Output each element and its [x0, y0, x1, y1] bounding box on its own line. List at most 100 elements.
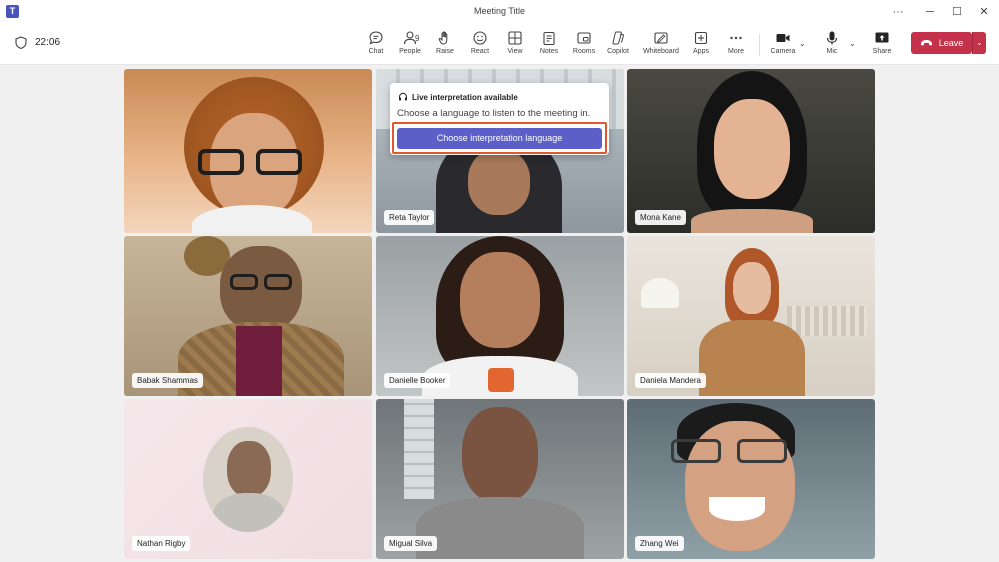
choose-interpretation-language-button[interactable]: Choose interpretation language	[397, 128, 602, 149]
lamp	[641, 278, 679, 308]
participant-shirt	[192, 205, 312, 233]
participant-shirt	[699, 320, 805, 396]
mic-options-chevron-icon[interactable]: ⌄	[849, 39, 856, 48]
glasses-icon	[671, 439, 799, 467]
headset-icon	[399, 92, 407, 101]
people-label: People	[399, 48, 421, 55]
share-button[interactable]: Share	[865, 30, 899, 55]
camera-icon	[776, 34, 790, 42]
participant-face	[460, 252, 540, 348]
raise-label: Raise	[436, 48, 454, 55]
title-bar: T Meeting Title ··· ─ ☐ ✕	[0, 0, 999, 24]
whiteboard-label: Whiteboard	[643, 48, 679, 55]
popup-title-text: Live interpretation available	[412, 92, 518, 102]
participant-shirt	[236, 326, 282, 396]
share-screen-icon	[875, 32, 889, 43]
meeting-timer: 22:06	[15, 36, 60, 49]
bookshelf	[787, 306, 867, 336]
grid-view-icon	[508, 31, 522, 45]
timer-text: 22:06	[35, 37, 61, 48]
more-label: More	[728, 48, 744, 55]
chat-icon	[369, 31, 383, 45]
more-button[interactable]: More	[719, 30, 753, 55]
more-dots-icon	[730, 36, 742, 40]
participant-tile[interactable]: Mona Kane	[627, 69, 875, 233]
hand-icon	[438, 31, 448, 45]
copilot-icon	[612, 31, 624, 45]
raise-hand-button[interactable]: Raise	[428, 30, 462, 55]
participant-avatar	[203, 427, 293, 532]
shield-icon	[15, 36, 27, 49]
window-background	[404, 399, 434, 499]
minimize-button[interactable]: ─	[919, 3, 941, 21]
participant-tile[interactable]: Migual Silva	[376, 399, 624, 559]
participant-face	[462, 407, 538, 503]
participant-face	[714, 99, 790, 199]
copilot-label: Copilot	[607, 48, 629, 55]
participant-tile[interactable]: Danielle Booker	[376, 236, 624, 396]
participant-top	[488, 368, 514, 392]
view-button[interactable]: View	[498, 30, 532, 55]
glasses-icon	[194, 149, 314, 175]
leave-button[interactable]: Leave	[911, 32, 972, 54]
participant-sweater	[416, 497, 584, 559]
participant-face	[468, 149, 530, 215]
apps-label: Apps	[693, 48, 709, 55]
leave-options-chevron-icon[interactable]: ⌄	[972, 32, 986, 54]
participant-name: Zhang Wei	[635, 536, 684, 551]
participant-tile[interactable]: Babak Shammas	[124, 236, 372, 396]
participant-tile[interactable]: Nathan Rigby	[124, 399, 372, 559]
microphone-icon	[826, 31, 838, 45]
popup-body: Choose a language to listen to the meeti…	[397, 108, 591, 119]
participant-name: Nathan Rigby	[132, 536, 191, 551]
window-more-icon[interactable]: ···	[887, 3, 909, 21]
react-label: React	[470, 48, 490, 55]
smiley-icon	[473, 31, 487, 45]
rooms-label: Rooms	[572, 48, 596, 55]
close-button[interactable]: ✕	[973, 3, 995, 21]
chat-button[interactable]: Chat	[359, 30, 393, 55]
participant-neck	[691, 209, 813, 233]
camera-options-chevron-icon[interactable]: ⌄	[799, 39, 806, 48]
notes-button[interactable]: Notes	[532, 30, 566, 55]
maximize-button[interactable]: ☐	[946, 3, 968, 21]
participant-smile	[709, 497, 765, 521]
whiteboard-icon	[654, 32, 668, 44]
participant-tile[interactable]: Zhang Wei	[627, 399, 875, 559]
participant-face	[733, 262, 771, 314]
live-interpretation-popup: Live interpretation available Choose a l…	[390, 83, 609, 155]
participant-name: Daniela Mandera	[635, 373, 706, 388]
add-app-icon	[694, 31, 708, 45]
window-title: Meeting Title	[473, 6, 526, 16]
participant-name: Mona Kane	[635, 210, 686, 225]
people-button[interactable]: 9 People	[393, 30, 427, 55]
popup-title: Live interpretation available	[398, 92, 518, 102]
share-label: Share	[872, 48, 892, 55]
whiteboard-button[interactable]: Whiteboard	[641, 30, 681, 55]
leave-label: Leave	[938, 38, 964, 48]
camera-button[interactable]: Camera	[766, 30, 800, 55]
hang-up-icon	[920, 40, 932, 46]
participant-tile[interactable]: Daniela Mandera	[627, 236, 875, 396]
rooms-icon	[577, 32, 591, 44]
copilot-button[interactable]: Copilot	[601, 30, 635, 55]
participant-name: Danielle Booker	[384, 373, 451, 388]
participant-name: Babak Shammas	[132, 373, 203, 388]
glasses-icon	[228, 274, 298, 292]
mic-button[interactable]: Mic	[815, 30, 849, 55]
meeting-toolbar: 22:06 Chat 9 People Raise React View Not…	[0, 24, 999, 65]
view-label: View	[507, 48, 523, 55]
people-count: 9	[415, 34, 420, 43]
camera-label: Camera	[770, 48, 796, 55]
toolbar-divider	[759, 34, 760, 56]
rooms-button[interactable]: Rooms	[567, 30, 601, 55]
notes-label: Notes	[539, 48, 559, 55]
participant-name: Migual Silva	[384, 536, 438, 551]
notes-icon	[543, 31, 555, 46]
react-button[interactable]: React	[463, 30, 497, 55]
participant-tile[interactable]	[124, 69, 372, 233]
participant-name: Reta Taylor	[384, 210, 435, 225]
apps-button[interactable]: Apps	[684, 30, 718, 55]
chat-label: Chat	[368, 48, 384, 55]
mic-label: Mic	[826, 48, 838, 55]
